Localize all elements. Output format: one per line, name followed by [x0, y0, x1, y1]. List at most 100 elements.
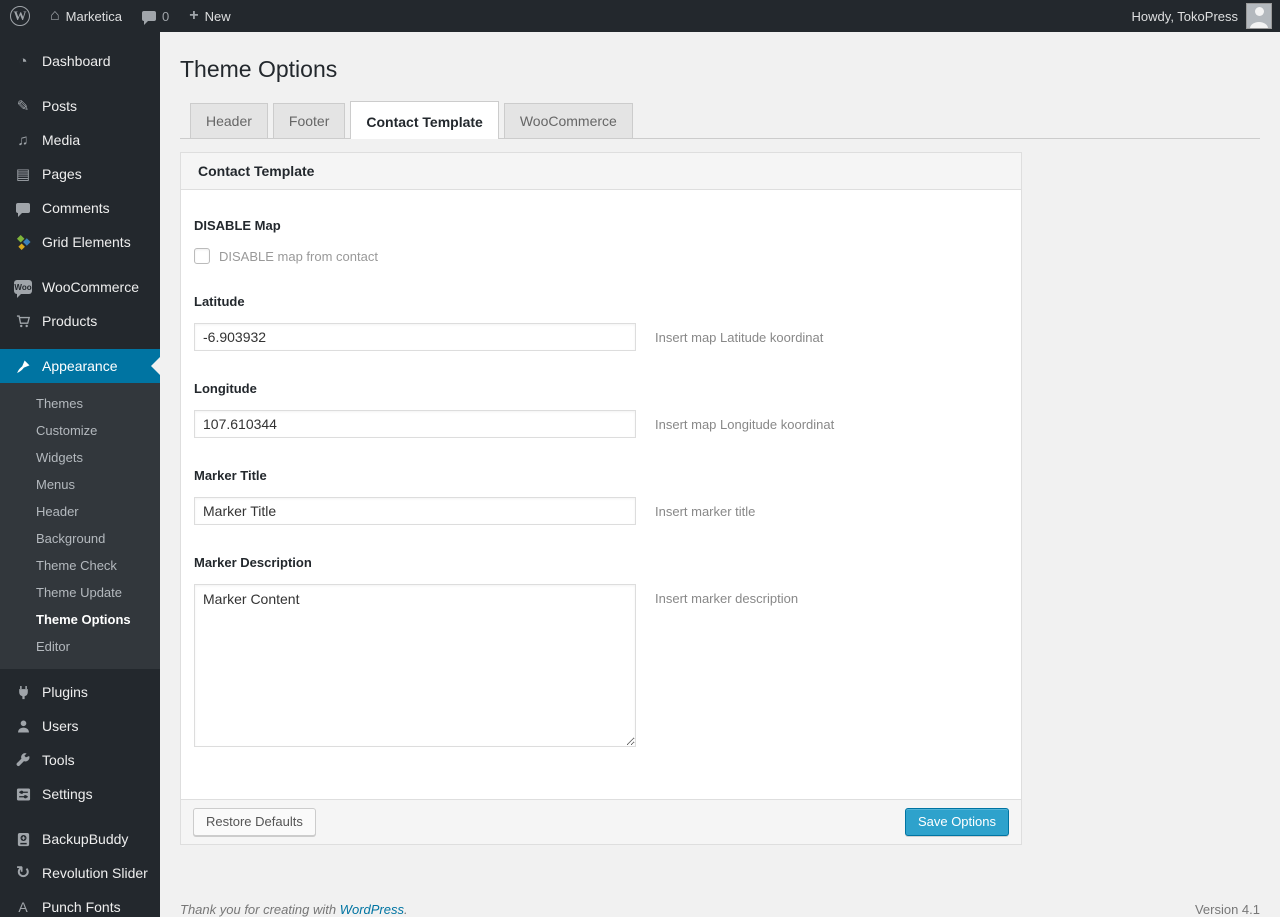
submenu-item-themes[interactable]: Themes — [0, 390, 160, 417]
contact-template-panel: Contact Template DISABLE Map DISABLE map… — [180, 152, 1022, 845]
sidebar-item-media[interactable]: ♫ Media — [0, 123, 160, 157]
sidebar-item-label: Dashboard — [42, 53, 111, 69]
marker-description-label: Marker Description — [194, 555, 312, 570]
admin-sidebar: ◔ Dashboard ✎ Posts ♫ Media ▤ Pages Comm… — [0, 32, 160, 917]
panel-header: Contact Template — [181, 153, 1021, 190]
disable-map-label: DISABLE Map — [194, 218, 281, 233]
restore-defaults-button[interactable]: Restore Defaults — [193, 808, 316, 836]
latitude-label: Latitude — [194, 294, 245, 309]
submenu-item-background[interactable]: Background — [0, 525, 160, 552]
sidebar-item-plugins[interactable]: Plugins — [0, 675, 160, 709]
submenu-item-theme-check[interactable]: Theme Check — [0, 552, 160, 579]
sidebar-item-pages[interactable]: ▤ Pages — [0, 157, 160, 191]
settings-sliders-icon — [14, 787, 32, 802]
theme-options-tabs: Header Footer Contact Template WooCommer… — [180, 101, 1260, 139]
sidebar-item-posts[interactable]: ✎ Posts — [0, 89, 160, 123]
comment-bubble-icon — [142, 11, 157, 25]
media-icon: ♫ — [17, 131, 29, 149]
user-avatar[interactable] — [1246, 3, 1272, 29]
submenu-item-editor[interactable]: Editor — [0, 633, 160, 660]
sidebar-item-users[interactable]: Users — [0, 709, 160, 743]
sidebar-item-label: Media — [42, 132, 81, 148]
tab-header[interactable]: Header — [190, 103, 268, 138]
cart-icon — [14, 314, 32, 329]
submenu-item-theme-update[interactable]: Theme Update — [0, 579, 160, 606]
footer-version: Version 4.1 — [1194, 902, 1260, 917]
main-content: Theme Options Header Footer Contact Temp… — [160, 32, 1280, 917]
sidebar-item-label: Revolution Slider — [42, 865, 148, 881]
appearance-submenu: Themes Customize Widgets Menus Header Ba… — [0, 383, 160, 669]
home-icon: ⌂ — [50, 7, 60, 24]
sidebar-item-products[interactable]: Products — [0, 304, 160, 338]
submenu-item-widgets[interactable]: Widgets — [0, 444, 160, 471]
plus-icon: + — [189, 7, 199, 24]
admin-footer: Thank you for creating with WordPress. V… — [180, 902, 1260, 917]
refresh-cycle-icon: ↻ — [15, 863, 31, 882]
submenu-item-menus[interactable]: Menus — [0, 471, 160, 498]
sidebar-item-label: BackupBuddy — [42, 831, 129, 847]
sidebar-item-label: Appearance — [42, 358, 118, 374]
marker-description-textarea[interactable]: Marker Content — [194, 584, 636, 747]
howdy-account-link[interactable]: Howdy, TokoPress — [1132, 9, 1238, 24]
footer-period: . — [404, 902, 408, 917]
new-content-menu[interactable]: + New — [179, 0, 240, 32]
disable-map-checkbox-row: DISABLE map from contact — [194, 248, 1008, 264]
sidebar-item-label: Plugins — [42, 684, 88, 700]
sidebar-item-label: Tools — [42, 752, 75, 768]
marker-description-hint: Insert marker description — [655, 591, 799, 606]
sidebar-item-revolution-slider[interactable]: ↻ Revolution Slider — [0, 856, 160, 890]
site-name-link[interactable]: ⌂ Marketica — [40, 0, 132, 32]
footer-thanks: Thank you for creating with WordPress. — [180, 902, 408, 917]
marker-title-input[interactable] — [194, 497, 636, 525]
save-options-button[interactable]: Save Options — [904, 808, 1009, 836]
marker-title-label: Marker Title — [194, 468, 267, 483]
latitude-hint: Insert map Latitude koordinat — [655, 330, 824, 345]
sidebar-item-backupbuddy[interactable]: BackupBuddy — [0, 822, 160, 856]
longitude-input[interactable] — [194, 410, 636, 438]
submenu-item-header[interactable]: Header — [0, 498, 160, 525]
comments-count: 0 — [162, 8, 170, 24]
latitude-input[interactable] — [194, 323, 636, 351]
menu-separator — [0, 811, 160, 822]
user-icon — [14, 719, 32, 734]
wordpress-logo-menu[interactable]: W — [0, 0, 40, 32]
plug-icon — [14, 685, 32, 700]
tab-footer[interactable]: Footer — [272, 103, 346, 138]
wrench-icon — [14, 752, 32, 768]
sidebar-item-punch-fonts[interactable]: A Punch Fonts — [0, 890, 160, 917]
disable-map-checkbox[interactable] — [194, 248, 210, 264]
panel-footer: Restore Defaults Save Options — [181, 799, 1021, 844]
sidebar-item-woocommerce[interactable]: Woo WooCommerce — [0, 270, 160, 304]
sidebar-item-label: Comments — [42, 200, 110, 216]
backupbuddy-icon — [14, 832, 32, 847]
menu-separator — [0, 259, 160, 270]
sidebar-item-dashboard[interactable]: ◔ Dashboard — [0, 44, 160, 78]
panel-body: DISABLE Map DISABLE map from contact Lat… — [181, 190, 1021, 799]
posts-icon: ✎ — [16, 98, 30, 115]
letter-a-icon: A — [18, 899, 28, 915]
sidebar-item-label: Products — [42, 313, 98, 329]
submenu-item-theme-options[interactable]: Theme Options — [0, 606, 160, 633]
sidebar-item-appearance[interactable]: Appearance — [0, 349, 160, 383]
sidebar-item-comments[interactable]: Comments — [0, 191, 160, 225]
sidebar-item-settings[interactable]: Settings — [0, 777, 160, 811]
comments-admin-bar-link[interactable]: 0 — [132, 0, 179, 32]
sidebar-item-label: WooCommerce — [42, 279, 139, 295]
sidebar-item-grid-elements[interactable]: Grid Elements — [0, 225, 160, 259]
wordpress-logo-icon: W — [10, 6, 30, 26]
wordpress-admin: W ⌂ Marketica 0 + New Howdy, TokoPress ◔… — [0, 0, 1280, 917]
sidebar-item-label: Users — [42, 718, 79, 734]
new-label: New — [204, 8, 231, 24]
menu-separator — [0, 338, 160, 349]
sidebar-item-tools[interactable]: Tools — [0, 743, 160, 777]
comments-icon — [14, 203, 32, 217]
marker-title-hint: Insert marker title — [655, 504, 756, 519]
sidebar-item-label: Punch Fonts — [42, 899, 121, 915]
tab-contact-template[interactable]: Contact Template — [350, 101, 499, 139]
wordpress-link[interactable]: WordPress — [340, 902, 404, 917]
sidebar-item-label: Grid Elements — [42, 234, 131, 250]
tab-woocommerce[interactable]: WooCommerce — [503, 103, 633, 138]
submenu-item-customize[interactable]: Customize — [0, 417, 160, 444]
woocommerce-icon: Woo — [14, 280, 32, 298]
sidebar-item-label: Pages — [42, 166, 82, 182]
